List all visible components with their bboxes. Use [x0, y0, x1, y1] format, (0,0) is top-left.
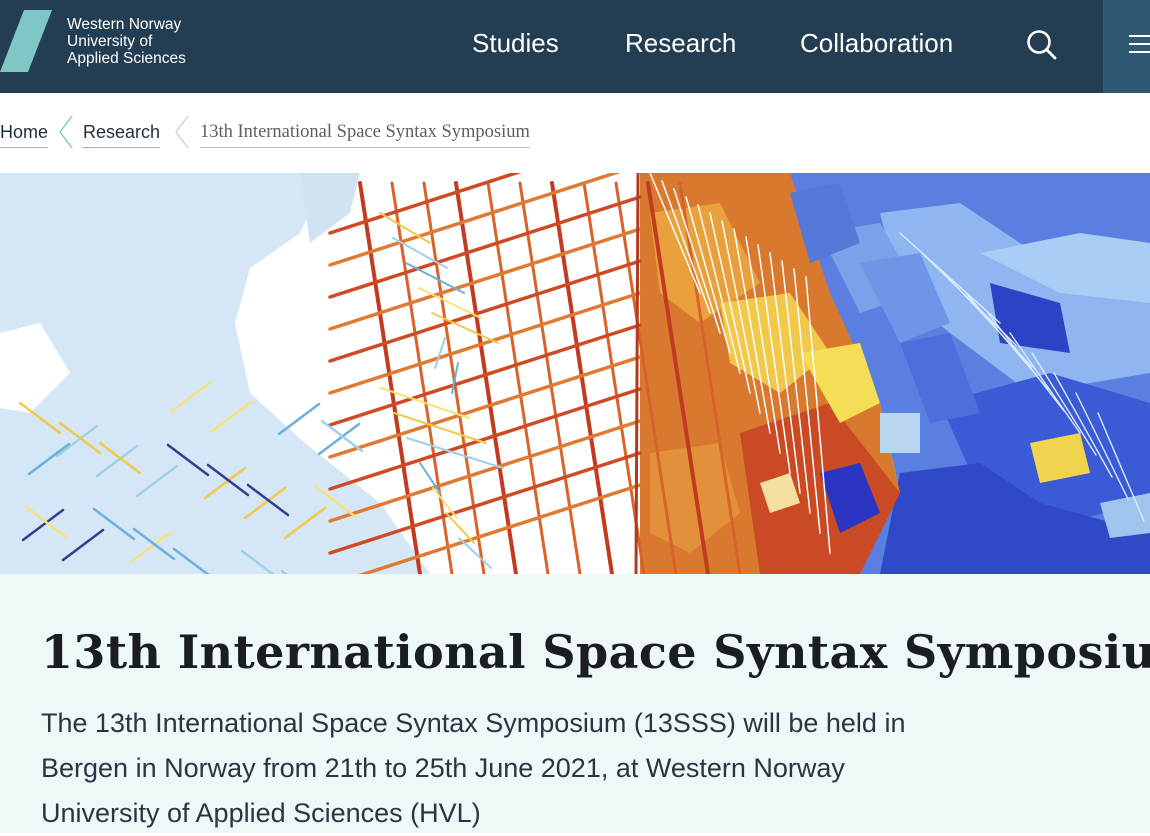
intro-line: Bergen in Norway from 21th to 25th June … [41, 753, 845, 783]
chevron-left-icon [175, 115, 189, 149]
hvl-logo-icon [0, 10, 52, 72]
page-title: 13th International Space Syntax Symposiu… [41, 625, 1150, 679]
search-button[interactable] [1024, 26, 1062, 64]
space-syntax-map-image [0, 173, 1150, 574]
logo-line: Western Norway [67, 16, 182, 33]
menu-button[interactable] [1103, 0, 1150, 93]
breadcrumb-current: 13th International Space Syntax Symposiu… [200, 121, 530, 148]
nav-research[interactable]: Research [625, 26, 736, 60]
chevron-left-icon [59, 115, 73, 149]
breadcrumb-research[interactable]: Research [83, 121, 161, 148]
breadcrumb: Home Research 13th International Space S… [0, 93, 1150, 173]
intro-line: University of Applied Sciences (HVL) [41, 798, 481, 828]
logo-text: Western Norway University of Applied Sci… [67, 16, 186, 67]
breadcrumb-home[interactable]: Home [0, 121, 49, 148]
site-header: Western Norway University of Applied Sci… [0, 0, 1150, 93]
search-icon [1027, 30, 1057, 60]
logo-line: University of [67, 33, 153, 50]
nav-collaboration[interactable]: Collaboration [800, 26, 953, 60]
nav-studies[interactable]: Studies [472, 26, 559, 60]
logo-line: Applied Sciences [67, 50, 186, 67]
intro-paragraph: The 13th International Space Syntax Symp… [41, 701, 1041, 836]
intro-line: The 13th International Space Syntax Symp… [41, 708, 906, 738]
article-intro: 13th International Space Syntax Symposiu… [0, 574, 1150, 833]
hero-image [0, 173, 1150, 574]
